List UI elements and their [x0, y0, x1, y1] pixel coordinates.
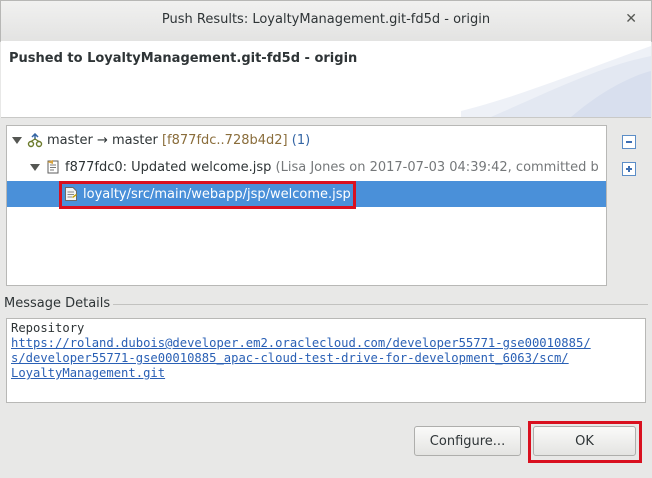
configure-button[interactable]: Configure...: [414, 426, 521, 456]
repository-link-line-2[interactable]: s/developer55771-gse00010885_apac-cloud-…: [11, 351, 569, 366]
tree-row-commit[interactable]: f877fdc0: Updated welcome.jsp (Lisa Jone…: [7, 155, 606, 179]
expand-all-button[interactable]: [622, 162, 636, 176]
push-result-tree[interactable]: master → master [f877fdc..728b4d2] (1) f…: [6, 125, 607, 286]
git-push-icon: [27, 133, 43, 148]
tree-row-file[interactable]: loyalty/src/main/webapp/jsp/welcome.jsp: [7, 181, 606, 207]
expand-arrow-icon[interactable]: [30, 164, 40, 171]
repository-label: Repository: [11, 321, 85, 335]
commit-range: [f877fdc..728b4d2]: [161, 133, 288, 148]
commit-meta: (Lisa Jones on 2017-07-03 04:39:42, comm…: [275, 160, 599, 175]
window-title: Push Results: LoyaltyManagement.git-fd5d…: [161, 12, 491, 27]
repository-link-line-3[interactable]: LoyaltyManagement.git: [11, 366, 165, 381]
message-details-label: Message Details: [4, 296, 114, 311]
group-divider: [112, 304, 648, 305]
git-commit-icon: [47, 160, 59, 174]
message-details-text[interactable]: Repository https://roland.dubois@develop…: [6, 318, 646, 403]
collapse-all-button[interactable]: [622, 135, 636, 149]
commit-count: (1): [291, 133, 311, 148]
ref-name: master → master: [47, 133, 158, 148]
push-result-message: Pushed to LoyaltyManagement.git-fd5d - o…: [9, 51, 358, 66]
commit-title: f877fdc0: Updated welcome.jsp: [65, 160, 272, 175]
close-icon[interactable]: ✕: [625, 11, 637, 27]
file-icon: [65, 187, 77, 201]
expand-arrow-icon[interactable]: [12, 137, 22, 144]
tree-row-ref-update[interactable]: master → master [f877fdc..728b4d2] (1): [7, 128, 606, 152]
result-header: Pushed to LoyaltyManagement.git-fd5d - o…: [1, 41, 651, 118]
ok-button[interactable]: OK: [533, 426, 636, 456]
title-bar: Push Results: LoyaltyManagement.git-fd5d…: [0, 0, 652, 42]
repository-link-line-1[interactable]: https://roland.dubois@developer.em2.orac…: [11, 336, 591, 351]
banner-decoration: [461, 46, 651, 117]
file-path: loyalty/src/main/webapp/jsp/welcome.jsp: [83, 187, 351, 202]
